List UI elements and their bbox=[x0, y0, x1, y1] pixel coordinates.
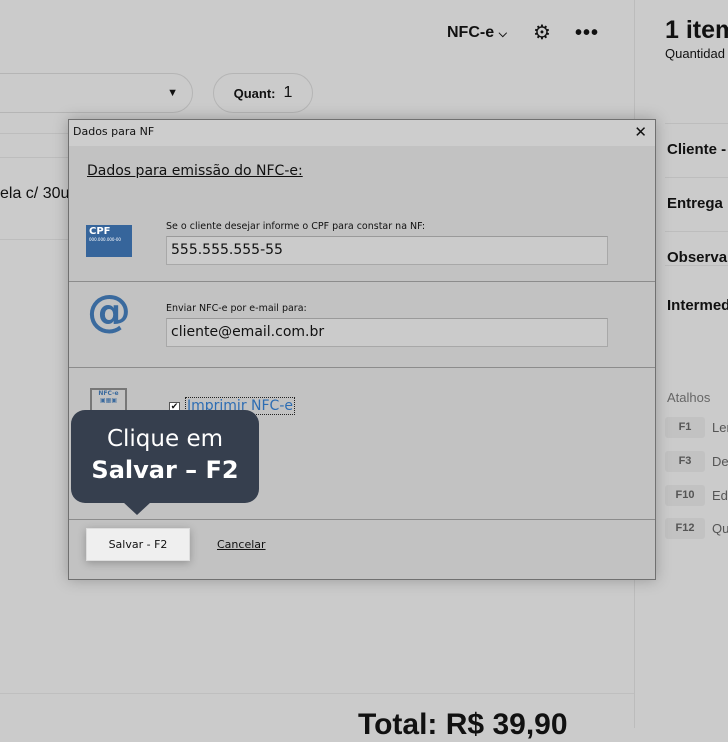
dialog-titlebar: Dados para NF ✕ bbox=[69, 120, 655, 146]
save-button[interactable]: Salvar - F2 bbox=[86, 528, 190, 561]
product-item[interactable]: ela c/ 30u bbox=[0, 185, 69, 203]
divider bbox=[69, 519, 655, 520]
dialog-heading: Dados para emissão do NFC-e: bbox=[87, 163, 303, 179]
divider bbox=[665, 177, 728, 178]
quant-value: 1 bbox=[283, 84, 293, 101]
divider bbox=[665, 265, 728, 266]
shortcut-label: De bbox=[712, 454, 728, 469]
shortcut-label: Ler bbox=[712, 420, 728, 435]
divider bbox=[0, 157, 68, 158]
quant-label: Quant: bbox=[233, 85, 276, 101]
cpf-icon: CPF 000.000.000-00 bbox=[86, 225, 132, 257]
shortcut-label: Edi bbox=[712, 488, 728, 503]
nf-dialog: Dados para NF ✕ Dados para emissão do NFC… bbox=[68, 119, 656, 580]
shortcut-key: F1 bbox=[665, 417, 705, 438]
tooltip-line1: Clique em bbox=[106, 426, 224, 452]
email-input[interactable]: cliente@email.com.br bbox=[166, 318, 608, 347]
summary-row-entrega[interactable]: Entrega bbox=[667, 195, 723, 212]
summary-row-intermediador[interactable]: Intermed bbox=[667, 297, 728, 314]
close-icon[interactable]: ✕ bbox=[634, 120, 647, 144]
divider bbox=[0, 239, 68, 240]
doc-type-dropdown[interactable]: NFC-e ⌵ bbox=[447, 24, 507, 42]
divider bbox=[665, 231, 728, 232]
cpf-input[interactable]: 555.555.555-55 bbox=[166, 236, 608, 265]
doc-type-label: NFC-e bbox=[447, 24, 495, 41]
quantity-label: Quantidad bbox=[665, 46, 725, 61]
email-at-icon: @ bbox=[87, 286, 131, 337]
tutorial-tooltip: Clique em Salvar – F2 bbox=[71, 410, 259, 515]
chevron-down-icon: ⌵ bbox=[498, 28, 507, 40]
divider bbox=[665, 123, 728, 124]
cpf-label: Se o cliente desejar informe o CPF para … bbox=[166, 221, 426, 232]
dialog-title: Dados para NF bbox=[73, 125, 155, 138]
summary-row-observacao[interactable]: Observa bbox=[667, 249, 727, 266]
divider bbox=[0, 133, 68, 134]
cancel-link[interactable]: Cancelar bbox=[217, 538, 266, 551]
quantity-field[interactable]: Quant: 1 bbox=[213, 73, 313, 113]
tooltip-line2: Salvar – F2 bbox=[91, 456, 239, 484]
shortcuts-title: Atalhos bbox=[667, 390, 711, 405]
more-icon[interactable]: ••• bbox=[575, 22, 599, 45]
shortcut-key: F12 bbox=[665, 518, 705, 539]
summary-row-cliente[interactable]: Cliente - bbox=[667, 141, 726, 158]
product-select[interactable]: ▼ bbox=[0, 73, 193, 113]
gear-icon[interactable]: ⚙ bbox=[533, 23, 553, 43]
divider bbox=[69, 281, 655, 282]
shortcut-key: F3 bbox=[665, 451, 705, 472]
divider bbox=[69, 367, 655, 368]
item-count: 1 item bbox=[665, 16, 728, 44]
shortcut-label: Qu bbox=[712, 521, 728, 536]
total-amount: Total: R$ 39,90 bbox=[358, 708, 568, 741]
email-label: Enviar NFC-e por e-mail para: bbox=[166, 303, 307, 314]
shortcut-key: F10 bbox=[665, 485, 705, 506]
dropdown-arrow-icon: ▼ bbox=[167, 87, 178, 99]
